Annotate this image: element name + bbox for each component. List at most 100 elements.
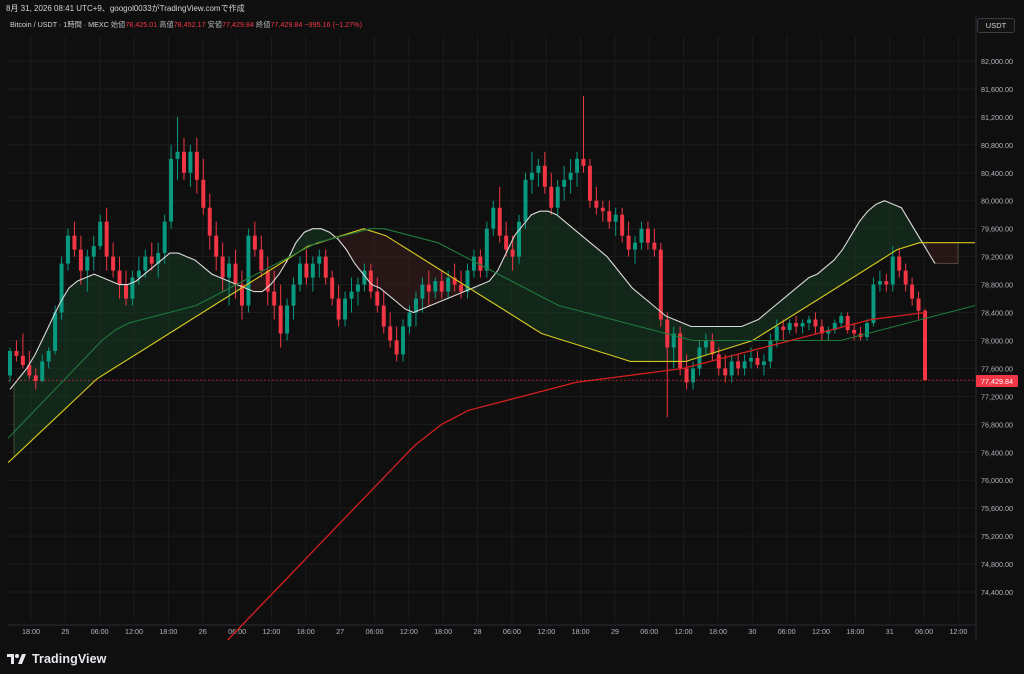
x-tick-label: 29 <box>611 627 619 636</box>
candle-down <box>459 284 464 292</box>
candle-down <box>323 256 328 278</box>
candle-down <box>723 368 728 376</box>
x-tick-label: 06:00 <box>915 627 933 636</box>
brand-logo[interactable]: TradingView <box>7 650 107 668</box>
last-price-tag: 77,429.84 <box>976 375 1018 387</box>
y-tick-label: 77,200.00 <box>981 392 1013 401</box>
candle-down <box>504 235 509 250</box>
candle-down <box>845 316 850 330</box>
x-tick-label: 30 <box>748 627 756 636</box>
candle-down <box>124 284 128 299</box>
candle-up <box>774 326 779 341</box>
candle-down <box>78 249 83 271</box>
candle-down <box>581 158 586 166</box>
candle-down <box>426 284 431 292</box>
y-tick-label: 74,800.00 <box>981 560 1013 569</box>
candle-down <box>658 249 663 320</box>
open-label: 始値 <box>110 20 126 29</box>
candle-down <box>910 284 915 299</box>
candle-up <box>523 179 528 222</box>
candle-down <box>594 200 599 208</box>
candle-down <box>194 151 199 180</box>
candle-down <box>214 235 219 257</box>
y-tick-label: 75,200.00 <box>981 532 1013 541</box>
y-tick-label: 79,200.00 <box>981 253 1013 262</box>
y-tick-label: 76,000.00 <box>981 476 1013 485</box>
candle-up <box>40 361 45 381</box>
x-tick-label: 26 <box>199 627 207 636</box>
candle-down <box>916 298 921 311</box>
candle-up <box>343 298 348 320</box>
x-tick-label: 31 <box>886 627 894 636</box>
candle-up <box>433 281 438 292</box>
x-tick-label: 25 <box>61 627 69 636</box>
candle-down <box>897 256 902 271</box>
candle-down <box>794 323 799 327</box>
x-tick-label: 06:00 <box>503 627 521 636</box>
candle-down <box>510 249 515 257</box>
candle-up <box>484 228 489 271</box>
x-tick-label: 18:00 <box>846 627 864 636</box>
candle-up <box>310 263 315 278</box>
candle-up <box>749 357 754 362</box>
x-tick-label: 06:00 <box>778 627 796 636</box>
x-tick-label: 12:00 <box>400 627 418 636</box>
candle-up <box>98 221 103 247</box>
candle-up <box>349 291 354 299</box>
candle-up <box>877 281 882 285</box>
candle-up <box>53 312 58 351</box>
candle-up <box>639 228 644 243</box>
candle-down <box>304 263 309 278</box>
y-tick-label: 80,000.00 <box>981 197 1013 206</box>
x-tick-label: 12:00 <box>949 627 967 636</box>
candle-up <box>297 263 302 285</box>
candle-up <box>491 207 496 229</box>
candle-down <box>497 207 502 236</box>
x-tick-label: 27 <box>336 627 344 636</box>
y-tick-label: 79,600.00 <box>981 225 1013 234</box>
y-tick-label: 76,800.00 <box>981 420 1013 429</box>
candle-down <box>884 281 889 285</box>
candle-down <box>607 211 612 222</box>
close-label: 終値 <box>256 20 271 29</box>
high-label: 高値 <box>159 20 174 29</box>
currency-button[interactable]: USDT <box>977 18 1015 33</box>
candle-up <box>285 305 290 334</box>
open-value: 78,425.01 <box>125 20 158 29</box>
candle-up <box>742 361 747 369</box>
chart-pane[interactable]: 82,000.00 81,600.00 81,200.00 80,800.00 80,4… <box>0 0 1024 670</box>
candle-down <box>716 354 721 369</box>
candle-up <box>529 172 534 180</box>
candle-down <box>439 281 444 292</box>
candle-down <box>104 221 109 257</box>
candle-down <box>375 291 380 306</box>
ohlc-legend: Bitcoin / USDT · 1時間 · MEXC 始値78,425.01 … <box>10 20 362 32</box>
candle-up <box>613 214 618 222</box>
price-chart[interactable]: 82,000.00 81,600.00 81,200.00 80,800.00 80,4… <box>0 0 1024 670</box>
x-tick-label: 12:00 <box>812 627 830 636</box>
candle-down <box>111 256 116 271</box>
candle-up <box>471 256 476 271</box>
snapshot-header: 8月 31, 2026 08:41 UTC+9、googol0033がTradi… <box>6 4 245 13</box>
x-tick-label: 18:00 <box>22 627 40 636</box>
x-tick-label: 06:00 <box>228 627 246 636</box>
close-value: 77,429.84 <box>270 20 303 29</box>
candle-up <box>807 319 811 324</box>
candle-up <box>575 158 580 173</box>
candle-down <box>652 242 657 250</box>
x-tick-label: 28 <box>474 627 482 636</box>
x-tick-label: 12:00 <box>675 627 693 636</box>
candle-up <box>169 158 174 222</box>
y-tick-label: 81,600.00 <box>981 85 1013 94</box>
candle-down <box>678 333 683 369</box>
candle-down <box>852 329 857 334</box>
candle-down <box>259 249 264 271</box>
candle-up <box>136 270 141 278</box>
candle-up <box>59 263 64 313</box>
candle-down <box>181 151 186 173</box>
symbol-label[interactable]: Bitcoin / USDT · 1時間 · MEXC <box>10 20 109 29</box>
candle-down <box>781 326 786 330</box>
candle-down <box>117 270 122 285</box>
y-tick-label: 74,400.00 <box>981 588 1013 597</box>
y-tick-label: 76,400.00 <box>981 448 1013 457</box>
